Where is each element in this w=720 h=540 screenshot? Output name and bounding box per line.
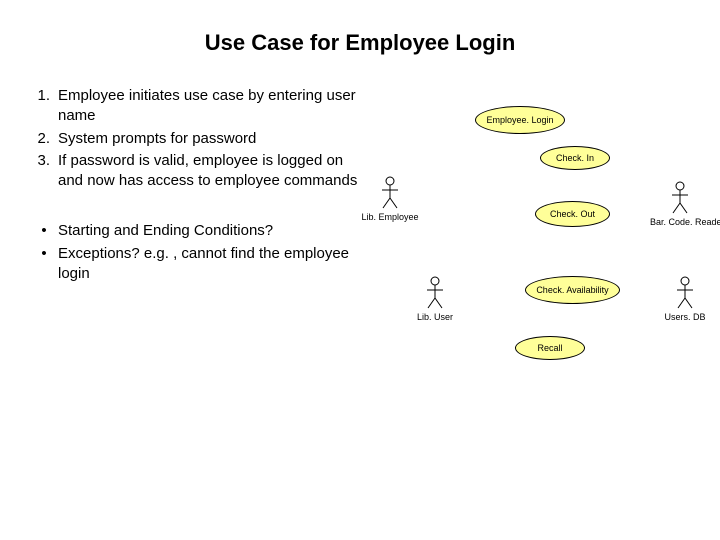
text-column: 1. Employee initiates use case by enteri… bbox=[30, 86, 360, 286]
usecase-employee-login: Employee. Login bbox=[475, 106, 565, 134]
actor-lib-user: Lib. User bbox=[405, 276, 465, 322]
step-row: 3. If password is valid, employee is log… bbox=[30, 151, 360, 192]
bullet-row: • Starting and Ending Conditions? bbox=[30, 221, 360, 241]
step-text: Employee initiates use case by entering … bbox=[58, 86, 360, 127]
bullet-text: Starting and Ending Conditions? bbox=[58, 221, 360, 241]
actor-users-db: Users. DB bbox=[655, 276, 715, 322]
bullet-list: • Starting and Ending Conditions? • Exce… bbox=[30, 221, 360, 284]
actor-label: Lib. Employee bbox=[360, 212, 420, 222]
actor-barcode-reader: Bar. Code. Reader bbox=[650, 181, 710, 227]
step-row: 1. Employee initiates use case by enteri… bbox=[30, 86, 360, 127]
actor-label: Bar. Code. Reader bbox=[650, 217, 710, 227]
usecase-check-in: Check. In bbox=[540, 146, 610, 170]
numbered-steps: 1. Employee initiates use case by enteri… bbox=[30, 86, 360, 191]
bullet-mark: • bbox=[30, 244, 58, 285]
stick-figure-icon bbox=[670, 181, 690, 215]
bullet-mark: • bbox=[30, 221, 58, 241]
step-text: If password is valid, employee is logged… bbox=[58, 151, 360, 192]
usecase-diagram: Lib. Employee Lib. User Bar. Code. Reade… bbox=[360, 86, 700, 286]
step-row: 2. System prompts for password bbox=[30, 129, 360, 149]
usecase-check-out: Check. Out bbox=[535, 201, 610, 227]
actor-label: Users. DB bbox=[655, 312, 715, 322]
bullet-row: • Exceptions? e.g. , cannot find the emp… bbox=[30, 244, 360, 285]
usecase-check-availability: Check. Availability bbox=[525, 276, 620, 304]
main-content: 1. Employee initiates use case by enteri… bbox=[0, 56, 720, 286]
stick-figure-icon bbox=[380, 176, 400, 210]
bullet-text: Exceptions? e.g. , cannot find the emplo… bbox=[58, 244, 360, 285]
page-title: Use Case for Employee Login bbox=[0, 0, 720, 56]
step-text: System prompts for password bbox=[58, 129, 360, 149]
step-number: 1. bbox=[30, 86, 58, 127]
usecase-recall: Recall bbox=[515, 336, 585, 360]
actor-lib-employee: Lib. Employee bbox=[360, 176, 420, 222]
step-number: 2. bbox=[30, 129, 58, 149]
step-number: 3. bbox=[30, 151, 58, 192]
stick-figure-icon bbox=[425, 276, 445, 310]
stick-figure-icon bbox=[675, 276, 695, 310]
actor-label: Lib. User bbox=[405, 312, 465, 322]
